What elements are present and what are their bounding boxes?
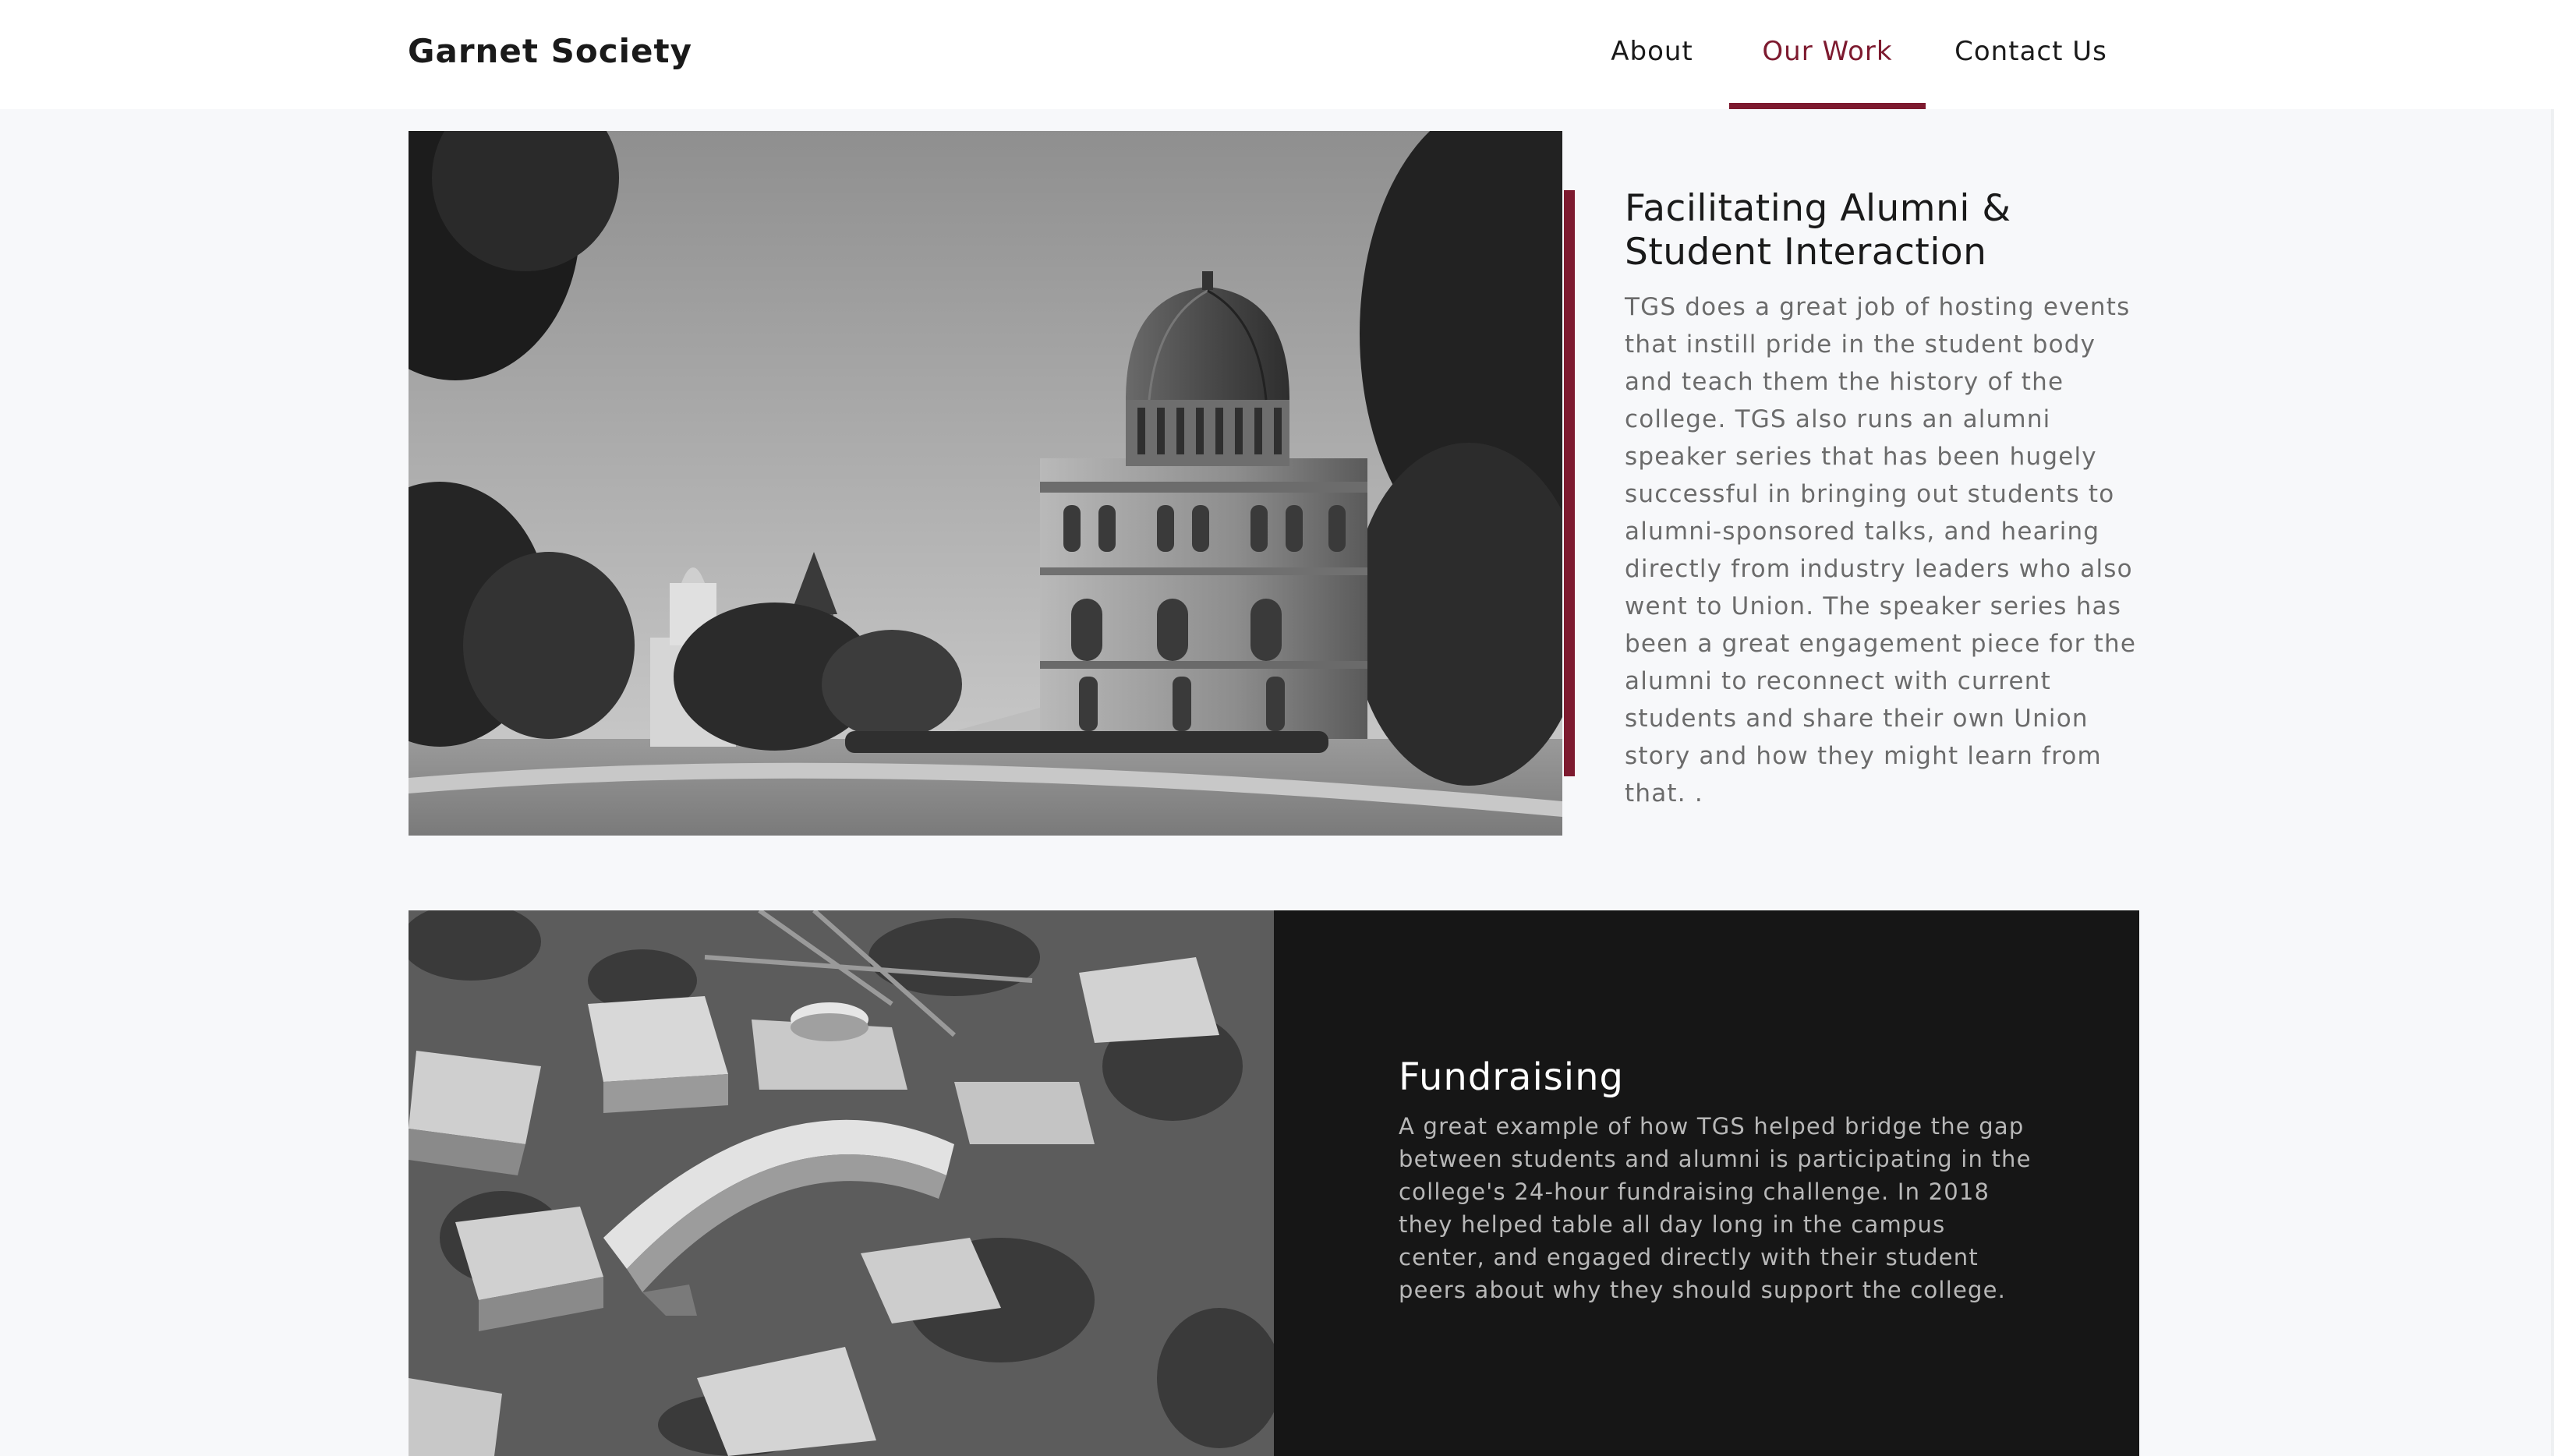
page-scrollbar-track[interactable] [2551, 109, 2554, 1456]
section-title: Fundraising [1399, 1055, 1625, 1099]
nav-item-contact-us[interactable]: Contact Us [1943, 0, 2119, 109]
campus-aerial-photo [409, 910, 1274, 1456]
campus-aerial-illustration [409, 910, 1274, 1456]
nav-item-our-work-label: Our Work [1762, 36, 1893, 67]
section-fundraising: Fundraising A great example of how TGS h… [1399, 1054, 2038, 1306]
campus-dome-photo [409, 131, 1562, 836]
section-body: TGS does a great job of hosting events t… [1625, 293, 2137, 808]
section-alumni-interaction: Facilitating Alumni & Student Interactio… [1625, 187, 2147, 812]
nav-active-indicator [1729, 103, 1926, 109]
site-brand[interactable]: Garnet Society [408, 28, 692, 75]
nav-item-about-label: About [1611, 36, 1693, 67]
campus-dome-illustration [409, 131, 1562, 836]
site-header: Garnet Society About Our Work Contact Us [0, 0, 2554, 109]
section-accent-bar [1564, 190, 1575, 776]
section-body: A great example of how TGS helped bridge… [1399, 1113, 2032, 1303]
nav-item-about[interactable]: About [1586, 0, 1718, 109]
section-title: Facilitating Alumni & Student Interactio… [1625, 187, 2011, 274]
nav-item-contact-us-label: Contact Us [1954, 36, 2107, 67]
nav-item-our-work[interactable]: Our Work [1729, 0, 1926, 109]
fundraising-panel: Fundraising A great example of how TGS h… [1274, 910, 2139, 1456]
